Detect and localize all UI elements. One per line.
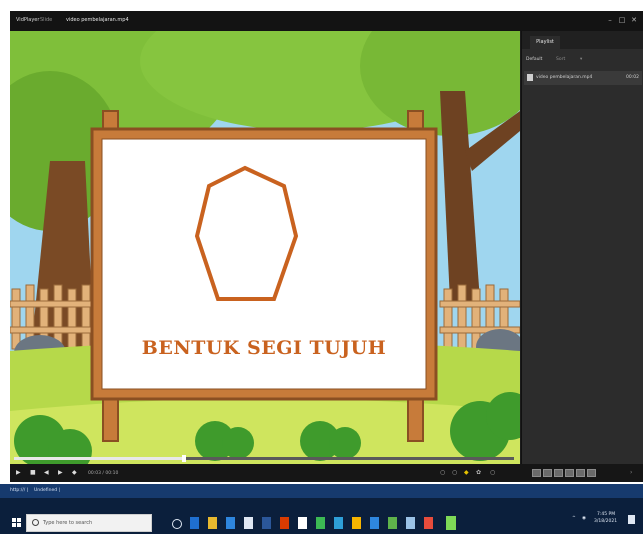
- panel-tab-row: Playlist: [522, 31, 643, 49]
- seek-handle[interactable]: [182, 455, 186, 462]
- panel-button-5[interactable]: [576, 469, 585, 477]
- panel-button-2[interactable]: [543, 469, 552, 477]
- title-separator: ›: [34, 17, 36, 23]
- play-icon[interactable]: ▶: [16, 467, 21, 479]
- chrome-icon[interactable]: [316, 517, 325, 529]
- list-item-duration: 00:02: [626, 75, 639, 80]
- windows-start-icon[interactable]: [12, 518, 22, 528]
- video-frame: [10, 31, 520, 464]
- video-player-window: VidPlayer › Slide video pembelajaran.mp4…: [10, 11, 643, 482]
- zoom-icon[interactable]: [334, 517, 343, 529]
- playlist-panel: Playlist Default Sort ▾ video pembelajar…: [521, 31, 643, 464]
- search-placeholder: Type here to search: [43, 520, 93, 526]
- taskbar-status-strip: http:/// | Undefined |: [0, 484, 643, 498]
- dropdown-value: Sort: [556, 57, 566, 62]
- list-item-label: video pembelajaran.mp4: [536, 75, 593, 80]
- chevron-down-icon: ▾: [580, 57, 583, 62]
- playlist-dropdown[interactable]: Default Sort ▾: [522, 53, 643, 67]
- close-button[interactable]: ✕: [629, 15, 639, 25]
- task-view-icon[interactable]: [172, 519, 182, 529]
- maximize-button[interactable]: □: [617, 15, 627, 25]
- board-title: BENTUK SEGI TUJUH: [141, 337, 387, 359]
- taskbar: http:/// | Undefined | Type here to sear…: [0, 484, 643, 534]
- document-title: video pembelajaran.mp4: [66, 17, 129, 23]
- gear-icon[interactable]: ✿: [476, 467, 481, 479]
- powerpoint-icon[interactable]: [280, 517, 289, 529]
- tab-playlist[interactable]: Playlist: [530, 36, 560, 49]
- app-icon-b[interactable]: [388, 517, 397, 529]
- panel-button-6[interactable]: [587, 469, 596, 477]
- clock-date[interactable]: 3/18/2021: [594, 519, 617, 524]
- time-display: 00:03 / 00:10: [88, 471, 119, 476]
- network-icon[interactable]: ◉: [582, 516, 586, 521]
- app-icon-d[interactable]: [424, 517, 433, 529]
- word-icon[interactable]: [262, 517, 271, 529]
- player-controls: ▶ ■ ◀ ▶ ◆ 00:03 / 00:10 ○ ○ ◆ ✿ ○ ›: [10, 455, 643, 482]
- media-player-icon[interactable]: [446, 516, 456, 530]
- tray-chevron-icon[interactable]: ^: [572, 516, 576, 521]
- panel-button-1[interactable]: [532, 469, 541, 477]
- file-explorer-icon[interactable]: [208, 517, 217, 529]
- stop-icon[interactable]: ■: [30, 467, 36, 479]
- minimize-button[interactable]: –: [605, 15, 615, 25]
- volume-icon[interactable]: ◆: [72, 467, 77, 479]
- search-input[interactable]: Type here to search: [26, 514, 152, 532]
- file-icon: [527, 74, 533, 81]
- seek-bar[interactable]: [14, 455, 514, 462]
- files-icon[interactable]: [352, 517, 361, 529]
- panel-toggle-icon[interactable]: ›: [630, 467, 632, 479]
- edge-browser-icon[interactable]: [190, 517, 199, 529]
- title-bar: VidPlayer › Slide video pembelajaran.mp4…: [10, 11, 643, 31]
- fullscreen-icon[interactable]: ○: [490, 467, 495, 479]
- next-icon[interactable]: ▶: [58, 467, 63, 479]
- status-text-b: Undefined |: [34, 488, 61, 493]
- signboard: [90, 110, 438, 442]
- bookmark-icon[interactable]: ◆: [464, 467, 469, 479]
- seek-progress: [14, 457, 184, 460]
- shuffle-icon[interactable]: ○: [452, 467, 457, 479]
- search-icon: [32, 519, 39, 526]
- clock-time[interactable]: 7:45 PM: [597, 512, 615, 517]
- app-icon-a[interactable]: [370, 517, 379, 529]
- panel-button-3[interactable]: [554, 469, 563, 477]
- document-icon[interactable]: [298, 517, 307, 529]
- video-stage[interactable]: BENTUK SEGI TUJUH: [10, 31, 520, 464]
- panel-button-4[interactable]: [565, 469, 574, 477]
- status-text-a: http:/// |: [10, 488, 29, 493]
- taskbar-main: Type here to search ^ ◉ 7:45 PM 3/18/202…: [0, 498, 643, 534]
- list-item[interactable]: video pembelajaran.mp4 00:02: [524, 71, 642, 85]
- mail-icon[interactable]: [244, 517, 253, 529]
- repeat-icon[interactable]: ○: [440, 467, 445, 479]
- file-label: Slide: [40, 17, 53, 23]
- store-icon[interactable]: [226, 517, 235, 529]
- app-icon-c[interactable]: [406, 517, 415, 529]
- notification-icon[interactable]: [628, 515, 635, 524]
- dropdown-label: Default: [526, 57, 543, 62]
- previous-icon[interactable]: ◀: [44, 467, 49, 479]
